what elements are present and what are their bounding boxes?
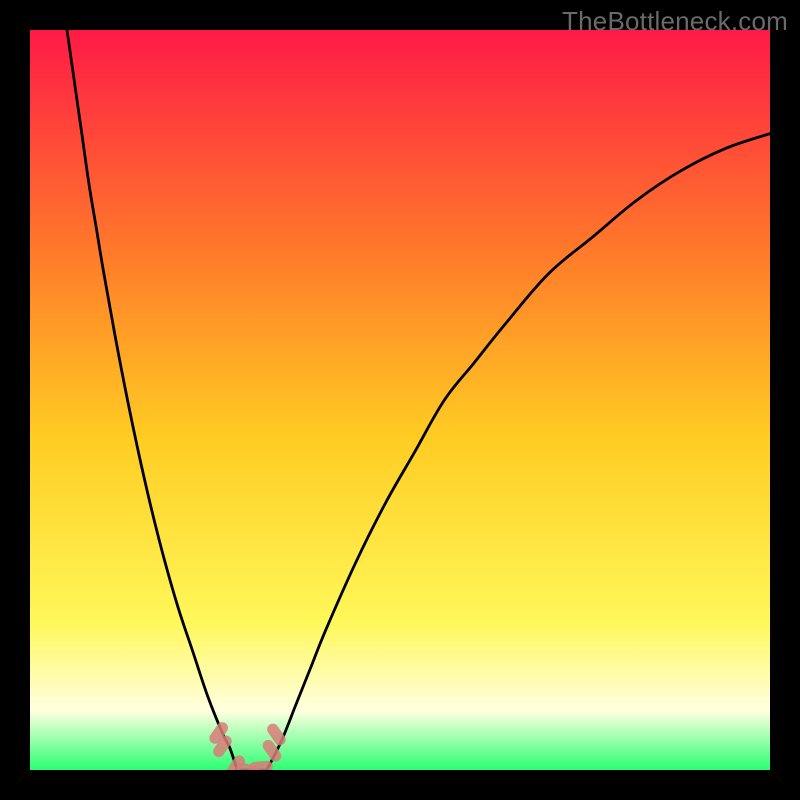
gradient-background [30,30,770,770]
chart-frame: TheBottleneck.com [0,0,800,800]
plot-area [30,30,770,770]
chart-svg [30,30,770,770]
